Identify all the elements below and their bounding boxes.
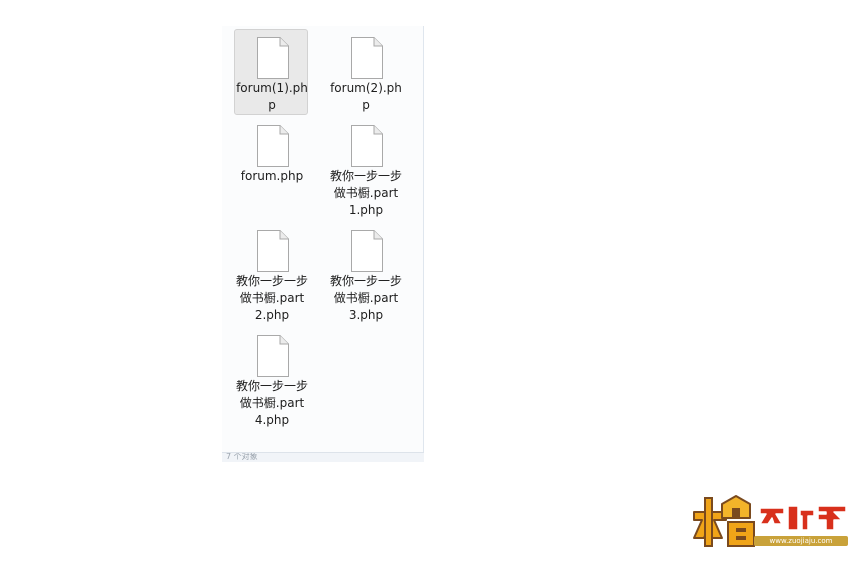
file-name: forum.php — [240, 169, 304, 183]
file-item[interactable]: forum(1).php — [234, 29, 308, 115]
file-name: 教你一步一步做书橱.part4.php — [235, 379, 308, 427]
file-name: 教你一步一步做书橱.part2.php — [235, 274, 308, 322]
status-bar: 7 个对象 — [222, 452, 424, 462]
file-name: forum(2).php — [330, 81, 402, 112]
document-icon — [257, 125, 289, 167]
file-name: 教你一步一步做书橱.part1.php — [329, 169, 402, 217]
document-icon — [257, 230, 289, 272]
document-icon — [351, 230, 383, 272]
screenshot-page: forum(1).php forum(2).php forum.php 教你一步… — [0, 0, 860, 561]
file-list-pane[interactable]: forum(1).php forum(2).php forum.php 教你一步… — [222, 26, 424, 456]
document-icon — [257, 335, 289, 377]
file-item[interactable]: forum.php — [234, 117, 308, 203]
file-item[interactable]: forum(2).php — [328, 29, 402, 115]
file-item[interactable]: 教你一步一步做书橱.part3.php — [328, 222, 402, 322]
status-text: 7 个对象 — [226, 453, 258, 461]
file-item[interactable]: 教你一步一步做书橱.part1.php — [328, 117, 402, 217]
watermark-url: www.zuojiaju.com — [754, 536, 848, 546]
file-name: forum(1).php — [236, 81, 308, 112]
document-icon — [351, 37, 383, 79]
document-icon — [257, 37, 289, 79]
file-item[interactable]: 教你一步一步做书橱.part2.php — [234, 222, 308, 322]
document-icon — [351, 125, 383, 167]
file-name: 教你一步一步做书橱.part3.php — [329, 274, 402, 322]
file-item[interactable]: 教你一步一步做书橱.part4.php — [234, 327, 308, 427]
